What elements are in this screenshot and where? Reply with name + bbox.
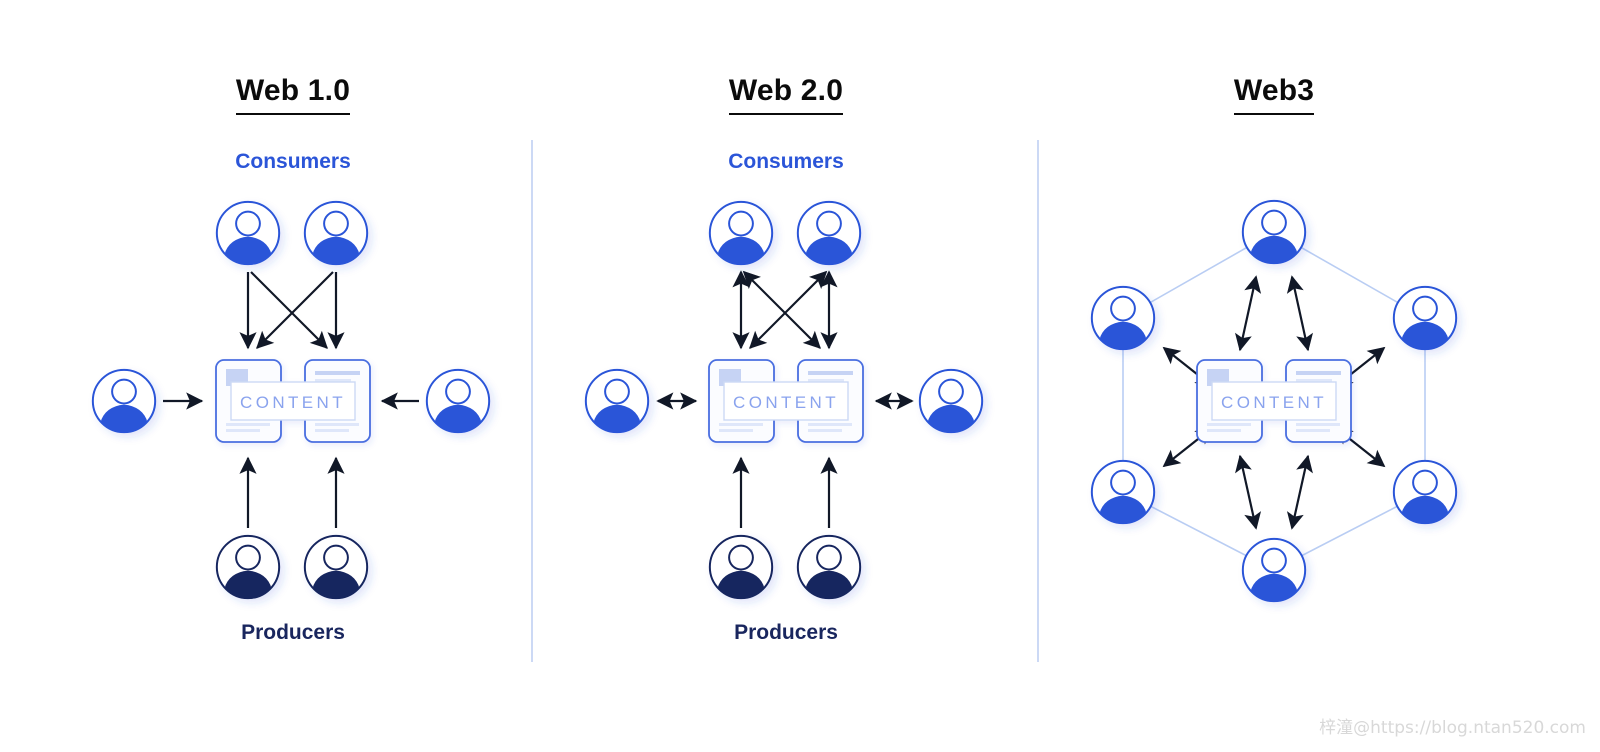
web1-avatar-producer-bottom-right[interactable]	[303, 534, 369, 600]
web2-arrows-consumers	[732, 270, 838, 350]
web2-content-card[interactable]: CONTENT	[708, 359, 864, 443]
web2-avatar-consumer-top-left[interactable]	[708, 200, 774, 266]
web3-avatar-node-upper-left[interactable]	[1090, 285, 1156, 351]
web3-avatar-node-lower-right[interactable]	[1392, 459, 1458, 525]
web2-avatar-producer-bottom-left[interactable]	[708, 534, 774, 600]
web3-avatar-node-top[interactable]	[1241, 199, 1307, 265]
web2-content-label: CONTENT	[733, 393, 839, 412]
web1-avatar-consumer-left[interactable]	[91, 368, 157, 434]
web1-arrows-producers	[239, 456, 345, 528]
web1-avatar-consumer-right[interactable]	[425, 368, 491, 434]
panel-web3: CONTENT	[1090, 199, 1458, 603]
web3-content-card[interactable]: CONTENT	[1196, 359, 1352, 443]
web2-avatar-consumer-right[interactable]	[918, 368, 984, 434]
web1-avatar-consumer-top-right[interactable]	[303, 200, 369, 266]
web3-avatar-node-lower-left[interactable]	[1090, 459, 1156, 525]
web2-avatar-producer-bottom-right[interactable]	[796, 534, 862, 600]
web3-content-label: CONTENT	[1221, 393, 1327, 412]
web2-avatar-consumer-left[interactable]	[584, 368, 650, 434]
web3-avatar-node-upper-right[interactable]	[1392, 285, 1458, 351]
panel-web2: CONTENT	[584, 200, 984, 600]
web1-arrows-consumers	[239, 271, 345, 350]
web1-avatar-consumer-top-left[interactable]	[215, 200, 281, 266]
web2-arrows-producers	[732, 456, 838, 528]
web2-avatar-consumer-top-right[interactable]	[796, 200, 862, 266]
web1-avatar-producer-bottom-left[interactable]	[215, 534, 281, 600]
web1-content-card[interactable]: CONTENT	[215, 359, 371, 443]
diagram-svg: CONTENT CONTENT CONTENT	[91, 140, 1458, 662]
web1-content-label: CONTENT	[240, 393, 346, 412]
web3-avatar-node-bottom[interactable]	[1241, 537, 1307, 603]
watermark: 梓潼@https://blog.ntan520.com	[1319, 718, 1586, 738]
diagram-canvas: Web 1.0 Web 2.0 Web3 Consumers Producers…	[0, 0, 1600, 752]
panel-web1: CONTENT	[91, 200, 491, 600]
